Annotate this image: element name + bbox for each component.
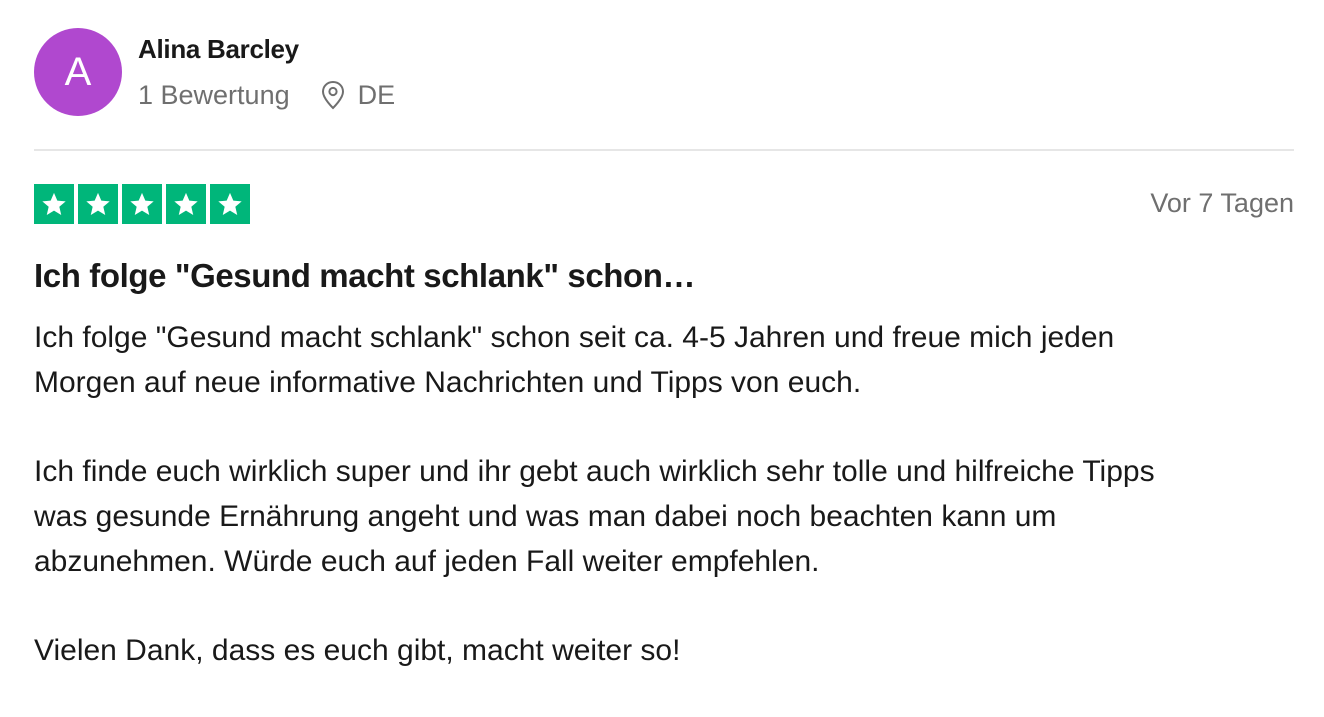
reviewer-header: A Alina Barcley 1 Bewertung DE — [34, 28, 1294, 118]
reviewer-meta: 1 Bewertung DE — [138, 78, 395, 112]
review-paragraph: Ich finde euch wirklich super und ihr ge… — [34, 455, 1155, 578]
review-title[interactable]: Ich folge "Gesund macht schlank" schon… — [34, 257, 696, 295]
review-count: 1 Bewertung — [138, 79, 290, 110]
review-paragraph: Ich folge "Gesund macht schlank" schon s… — [34, 321, 1115, 399]
map-pin-icon — [320, 80, 346, 110]
star-icon — [78, 184, 118, 224]
review-card: A Alina Barcley 1 Bewertung DE Vor 7 Tag… — [34, 0, 1294, 698]
star-icon — [34, 184, 74, 224]
review-body: Ich folge "Gesund macht schlank" schon s… — [34, 315, 1294, 717]
star-icon — [122, 184, 162, 224]
review-paragraph: Vielen Dank, dass es euch gibt, macht we… — [34, 634, 681, 667]
avatar[interactable]: A — [34, 28, 122, 116]
review-date: Vor 7 Tagen — [1150, 188, 1294, 218]
reviewer-country: DE — [357, 79, 396, 110]
divider — [34, 149, 1294, 151]
star-icon — [166, 184, 206, 224]
reviewer-name[interactable]: Alina Barcley — [138, 34, 299, 65]
star-rating — [34, 184, 250, 224]
star-icon — [210, 184, 250, 224]
